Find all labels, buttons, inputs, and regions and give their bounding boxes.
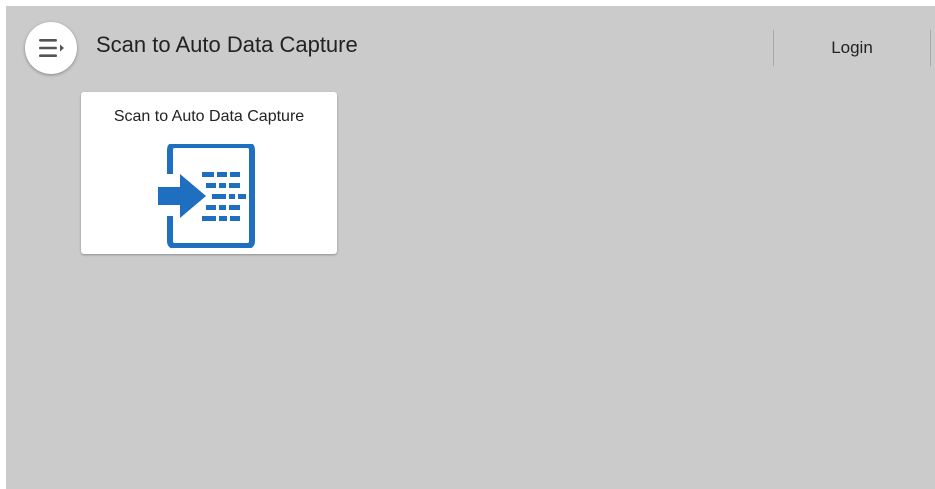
page-title: Scan to Auto Data Capture — [96, 32, 358, 57]
scan-to-auto-data-capture-tile[interactable]: Scan to Auto Data Capture — [81, 92, 337, 254]
tile-label: Scan to Auto Data Capture — [113, 108, 305, 125]
menu-button[interactable] — [25, 22, 77, 74]
scan-data-capture-icon — [158, 144, 255, 248]
header-divider — [930, 30, 931, 66]
header-bar: Scan to Auto Data Capture Login — [6, 6, 935, 88]
app-screen: Scan to Auto Data Capture Login Scan to … — [6, 6, 935, 489]
menu-icon — [39, 39, 64, 57]
login-button[interactable]: Login — [774, 30, 930, 66]
